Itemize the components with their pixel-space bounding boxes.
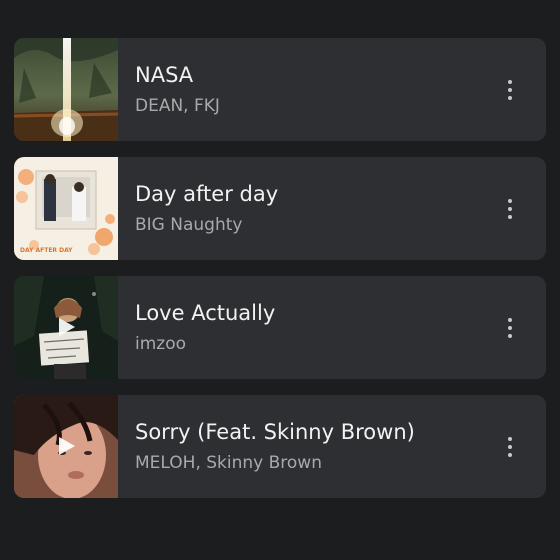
- album-art[interactable]: [14, 395, 118, 498]
- track-title: Day after day: [135, 182, 279, 206]
- more-vertical-icon[interactable]: [488, 157, 532, 260]
- play-icon[interactable]: [59, 437, 75, 455]
- track-info: Sorry (Feat. Skinny Brown) MELOH, Skinny…: [118, 395, 488, 498]
- track-artist: imzoo: [135, 334, 187, 354]
- track-title: Love Actually: [135, 301, 276, 325]
- cover-caption: DAY AFTER DAY: [20, 247, 73, 254]
- track-row[interactable]: Love Actually imzoo: [14, 276, 546, 379]
- track-row[interactable]: Sorry (Feat. Skinny Brown) MELOH, Skinny…: [14, 395, 546, 498]
- more-vertical-icon[interactable]: [488, 38, 532, 141]
- track-row[interactable]: DAY AFTER DAY Day after day BIG Naughty: [14, 157, 546, 260]
- day-after-day-cover-image: DAY AFTER DAY: [14, 157, 118, 260]
- album-art[interactable]: DAY AFTER DAY: [14, 157, 118, 260]
- track-title: Sorry (Feat. Skinny Brown): [135, 420, 415, 444]
- track-artist: BIG Naughty: [135, 215, 243, 235]
- album-art[interactable]: [14, 38, 118, 141]
- track-info: NASA DEAN, FKJ: [118, 38, 488, 141]
- track-title: NASA: [135, 63, 194, 87]
- track-artist: MELOH, Skinny Brown: [135, 453, 322, 473]
- track-list: NASA DEAN, FKJ DAY AFTER DAY Day after d…: [14, 38, 546, 514]
- track-artist: DEAN, FKJ: [135, 96, 220, 116]
- nasa-cover-image: [14, 38, 118, 141]
- play-icon[interactable]: [59, 318, 75, 336]
- more-vertical-icon[interactable]: [488, 395, 532, 498]
- track-row[interactable]: NASA DEAN, FKJ: [14, 38, 546, 141]
- more-vertical-icon[interactable]: [488, 276, 532, 379]
- track-info: Day after day BIG Naughty: [118, 157, 488, 260]
- album-art[interactable]: [14, 276, 118, 379]
- track-info: Love Actually imzoo: [118, 276, 488, 379]
